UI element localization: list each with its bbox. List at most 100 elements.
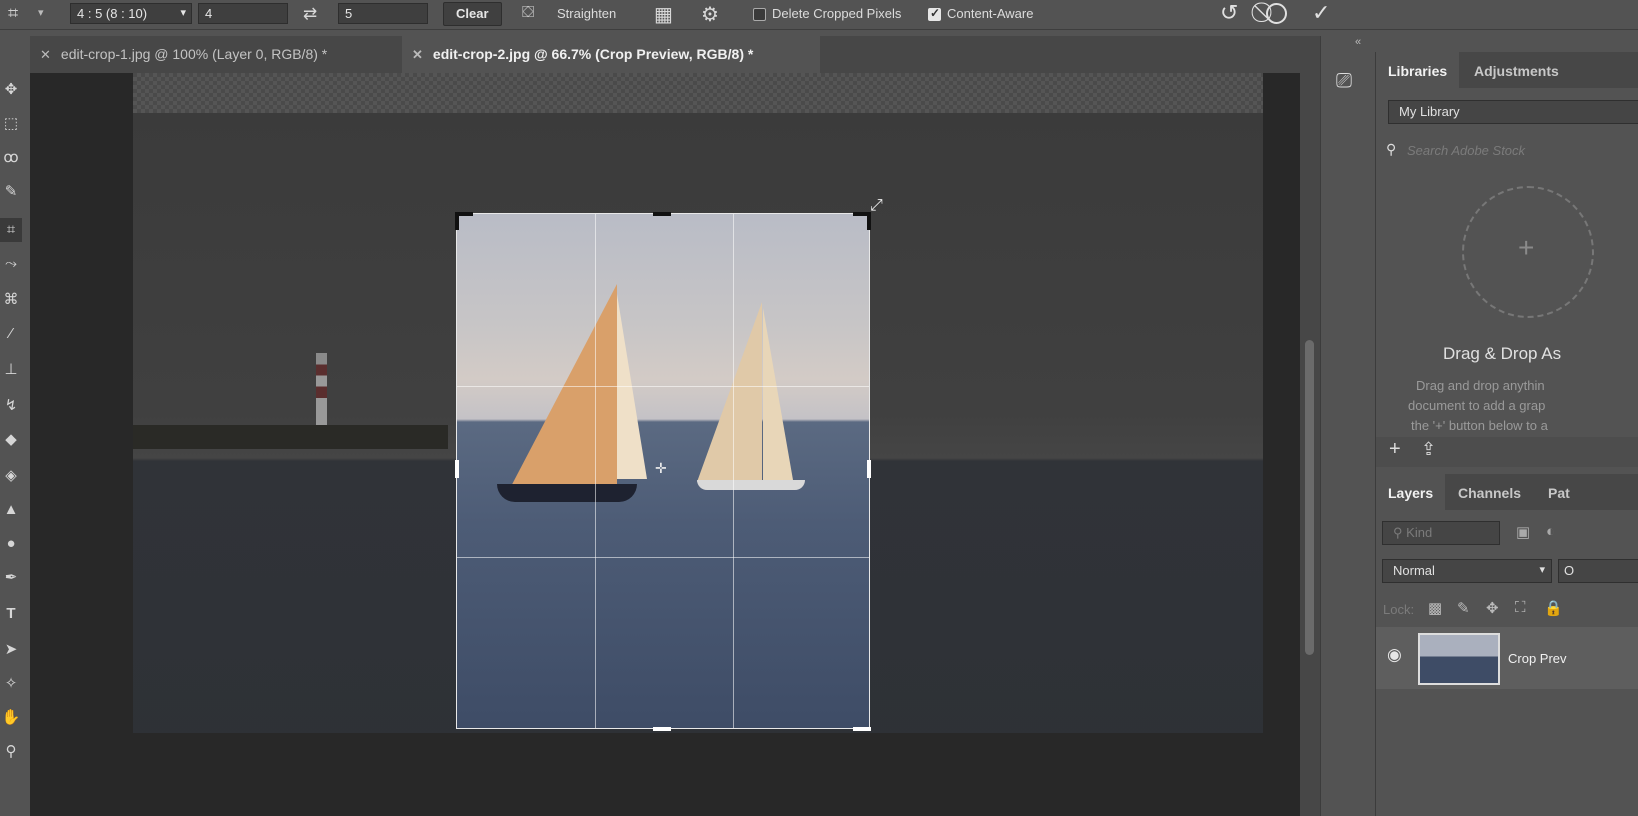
gradient-icon[interactable]: ◈ xyxy=(0,464,22,488)
lock-all-icon[interactable]: 🔒 xyxy=(1544,599,1563,617)
sailboat-right xyxy=(697,302,807,492)
opacity-field[interactable]: O xyxy=(1558,559,1638,583)
blend-mode-select[interactable]: Normal ▾ xyxy=(1382,559,1552,583)
drop-text-line: Drag and drop anythin xyxy=(1416,378,1545,393)
layer-name[interactable]: Crop Prev xyxy=(1508,651,1567,666)
zoom-icon[interactable]: ⚲ xyxy=(0,740,22,764)
content-aware-checkbox[interactable] xyxy=(928,6,941,21)
close-icon[interactable]: ✕ xyxy=(412,47,423,62)
tab-paths[interactable]: Pat xyxy=(1536,474,1582,510)
stock-search-input[interactable]: Search Adobe Stock xyxy=(1407,143,1525,158)
delete-cropped-checkbox[interactable] xyxy=(753,8,766,21)
lock-pixels-icon[interactable]: ✎ xyxy=(1457,599,1470,617)
tool-preset-chevron-icon[interactable]: ▾ xyxy=(38,6,44,19)
reset-icon[interactable]: ↺ xyxy=(1220,0,1238,26)
crop-handle-bottom[interactable] xyxy=(653,727,671,731)
hand-icon[interactable]: ✋ xyxy=(0,706,22,730)
crop-center-icon: ✛ xyxy=(655,460,667,476)
gear-icon[interactable]: ⚙ xyxy=(701,2,719,27)
add-icon[interactable]: + xyxy=(1389,438,1401,461)
crop-handle-left[interactable] xyxy=(455,460,459,478)
shape-icon[interactable]: ✧ xyxy=(0,672,22,696)
rotate-cursor-icon: ⤢ xyxy=(870,197,883,214)
library-select[interactable]: My Library xyxy=(1388,100,1638,124)
search-icon: ⚲ xyxy=(1393,525,1403,540)
drop-title: Drag & Drop As xyxy=(1443,344,1562,363)
stamp-icon[interactable]: ⊥ xyxy=(0,358,22,382)
crop-handle-bottom-right[interactable] xyxy=(853,727,871,731)
canvas-area[interactable]: ✛ ⤢ xyxy=(30,73,1320,816)
adjustment-filter-icon[interactable]: ◐ xyxy=(1546,523,1555,540)
layer-thumbnail xyxy=(1418,633,1500,685)
healing-icon[interactable]: ⌘ xyxy=(0,288,22,312)
crop-grid-line xyxy=(457,386,869,387)
layer-filter-select[interactable]: ⚲ Kind xyxy=(1382,521,1500,545)
lock-position-icon[interactable]: ✥ xyxy=(1486,599,1499,617)
transparent-area-top xyxy=(133,73,1263,113)
layers-tab-bar: Layers Channels Pat xyxy=(1376,474,1638,510)
clear-button[interactable]: Clear xyxy=(443,2,502,26)
marquee-icon[interactable]: ⬚ xyxy=(0,112,22,136)
path-select-icon[interactable]: ➤ xyxy=(0,638,22,662)
drop-text-line: the '+' button below to a xyxy=(1411,418,1548,433)
eyedropper-icon[interactable]: ⤳ xyxy=(0,252,22,276)
document-tab-bar: ✕ edit-crop-1.jpg @ 100% (Layer 0, RGB/8)… xyxy=(30,36,1320,73)
eraser-icon[interactable]: ◆ xyxy=(0,428,22,452)
crop-preview-box[interactable]: ✛ xyxy=(456,213,870,729)
eye-icon[interactable]: ◉ xyxy=(1387,645,1402,665)
history-brush-icon[interactable]: ↯ xyxy=(0,394,22,418)
blur-icon[interactable]: ▲ xyxy=(0,498,22,522)
collapse-panels-icon[interactable]: « xyxy=(1355,36,1361,48)
delete-cropped-label: Delete Cropped Pixels xyxy=(772,6,902,21)
cancel-icon-ring[interactable] xyxy=(1266,3,1287,24)
ratio-preset-value: 4 : 5 (8 : 10) xyxy=(77,6,148,21)
lock-transparent-icon[interactable]: ▩ xyxy=(1428,599,1442,617)
history-panel-icon[interactable]: ⎚ xyxy=(1336,70,1352,93)
tab-layers[interactable]: Layers xyxy=(1376,474,1446,510)
tab-edit-crop-2[interactable]: ✕ edit-crop-2.jpg @ 66.7% (Crop Preview, … xyxy=(402,36,820,73)
panel-dock-strip: « ⎚ xyxy=(1320,36,1372,816)
tab-libraries[interactable]: Libraries xyxy=(1376,52,1460,88)
crop-handle-top[interactable] xyxy=(653,212,671,216)
straighten-icon[interactable]: ⛋ xyxy=(522,4,534,22)
tab-adjustments[interactable]: Adjustments xyxy=(1462,52,1571,88)
canvas-scroll-thumb[interactable] xyxy=(1305,340,1314,655)
tab-edit-crop-1[interactable]: ✕ edit-crop-1.jpg @ 100% (Layer 0, RGB/8)… xyxy=(30,36,402,73)
crop-grid-line xyxy=(733,214,734,728)
move-icon[interactable]: ✥ xyxy=(0,78,22,102)
pen-icon[interactable]: ✒ xyxy=(0,566,22,590)
dodge-icon[interactable]: ● xyxy=(0,532,22,556)
chevron-down-icon: ▾ xyxy=(1539,564,1545,576)
search-icon: ⚲ xyxy=(1386,141,1397,157)
library-footer: + ⇪ xyxy=(1376,437,1638,467)
lock-label: Lock: xyxy=(1383,602,1415,617)
swap-icon[interactable]: ⇄ xyxy=(303,4,317,24)
sailboat-left xyxy=(497,284,647,506)
commit-icon[interactable]: ✓ xyxy=(1312,0,1330,26)
layer-filter-kind: Kind xyxy=(1406,525,1433,540)
grid-overlay-icon[interactable]: ▦ xyxy=(654,2,673,27)
ratio-preset-select[interactable]: 4 : 5 (8 : 10) ▾ xyxy=(70,3,192,24)
tab-label: edit-crop-2.jpg @ 66.7% (Crop Preview, R… xyxy=(432,46,754,62)
height-ratio-input[interactable]: 5 xyxy=(338,3,428,24)
crop-handle-right[interactable] xyxy=(867,460,871,478)
straighten-label[interactable]: Straighten xyxy=(557,6,616,21)
breakwater xyxy=(133,425,448,449)
close-icon[interactable]: ✕ xyxy=(40,47,51,62)
image-filter-icon[interactable]: ▣ xyxy=(1516,523,1530,541)
type-icon[interactable]: T xyxy=(0,602,22,626)
tab-channels[interactable]: Channels xyxy=(1446,474,1533,510)
chevron-down-icon: ▾ xyxy=(180,7,186,19)
quick-select-icon[interactable]: ✎ xyxy=(0,180,22,204)
brush-icon[interactable]: ⁄ xyxy=(0,322,22,346)
lasso-icon[interactable]: ꝏ xyxy=(0,146,22,170)
lock-artboard-icon[interactable]: ⛶ xyxy=(1515,599,1526,616)
crop-handle-top-left[interactable] xyxy=(455,212,459,230)
right-panel: Libraries Adjustments My Library ⚲ Searc… xyxy=(1375,52,1638,816)
width-ratio-input[interactable]: 4 xyxy=(198,3,288,24)
upload-icon[interactable]: ⇪ xyxy=(1421,439,1436,460)
crop-tool-icon[interactable]: ⌗ xyxy=(0,218,22,242)
crop-icon[interactable]: ⌗ xyxy=(8,3,18,24)
tab-label: edit-crop-1.jpg @ 100% (Layer 0, RGB/8) … xyxy=(60,46,328,62)
layer-row[interactable]: ◉ Crop Prev xyxy=(1376,627,1638,689)
